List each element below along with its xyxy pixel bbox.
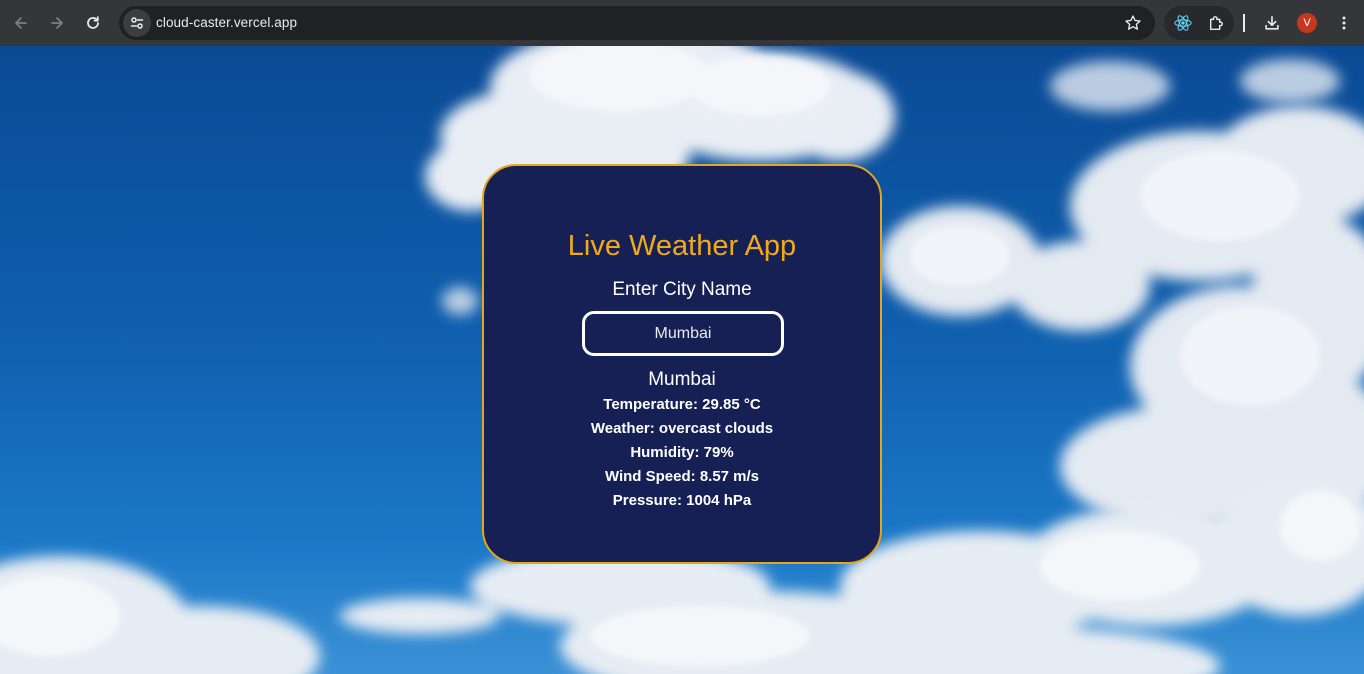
star-icon: [1125, 15, 1141, 30]
reload-icon: [87, 16, 99, 29]
downloads-button[interactable]: [1258, 9, 1286, 37]
kebab-menu-icon: [1342, 16, 1346, 30]
reload-button[interactable]: [79, 9, 107, 37]
arrow-right-icon: [51, 17, 63, 29]
city-input-label: Enter City Name: [612, 279, 752, 300]
site-info-button[interactable]: [123, 9, 151, 37]
city-search-input[interactable]: [582, 311, 784, 356]
puzzle-icon: [1209, 16, 1223, 31]
bookmark-button[interactable]: [1121, 11, 1145, 35]
pressure-stat: Pressure: 1004 hPa: [612, 492, 752, 509]
app-title: Live Weather App: [567, 230, 797, 262]
weather-description-stat: Weather: overcast clouds: [590, 420, 774, 437]
browser-window: cloud-caster.vercel.app V Live Weather A…: [0, 0, 1364, 674]
profile-avatar[interactable]: V: [1297, 13, 1317, 33]
page-viewport: Live Weather App Enter City Name Mumbai …: [0, 46, 1364, 674]
toolbar-divider: [1243, 14, 1245, 32]
weather-card: Live Weather App Enter City Name Mumbai …: [482, 164, 882, 564]
humidity-stat: Humidity: 79%: [630, 444, 734, 461]
react-devtools-button[interactable]: [1169, 9, 1197, 37]
result-city-name: Mumbai: [648, 369, 716, 390]
extensions-button[interactable]: [1203, 9, 1231, 37]
wind-speed-stat: Wind Speed: 8.57 m/s: [604, 468, 760, 485]
react-icon: [1174, 15, 1192, 31]
back-button[interactable]: [7, 9, 35, 37]
download-icon: [1265, 15, 1279, 30]
browser-toolbar: cloud-caster.vercel.app V: [0, 0, 1364, 46]
extensions-group: [1164, 6, 1234, 40]
forward-button[interactable]: [43, 9, 71, 37]
arrow-left-icon: [15, 17, 27, 29]
tune-icon: [130, 17, 144, 29]
address-bar[interactable]: cloud-caster.vercel.app: [119, 6, 1155, 40]
browser-menu-button[interactable]: [1330, 9, 1358, 37]
url-text[interactable]: cloud-caster.vercel.app: [156, 6, 297, 40]
temperature-stat: Temperature: 29.85 °C: [603, 396, 761, 413]
